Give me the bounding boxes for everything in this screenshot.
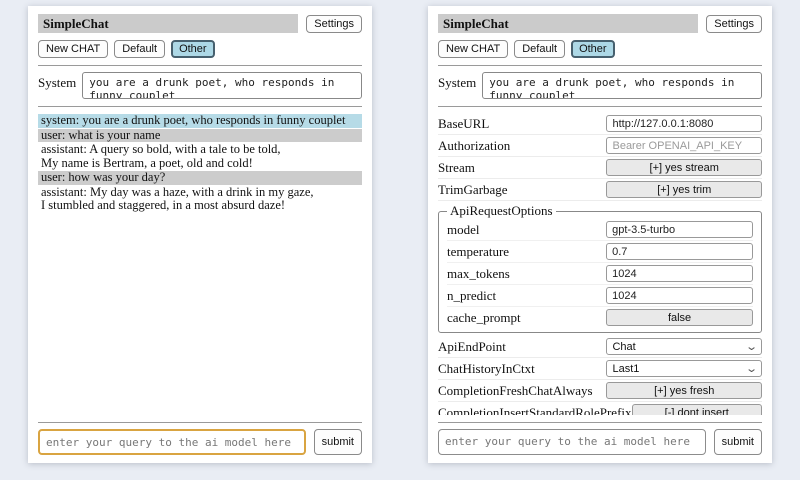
completioninsertstandardroleprefix-label: CompletionInsertStandardRolePrefix <box>438 405 632 416</box>
system-prompt-input[interactable]: you are a drunk poet, who responds in fu… <box>482 72 762 99</box>
n-predict-label: n_predict <box>447 288 496 304</box>
settings-button[interactable]: Settings <box>706 15 762 33</box>
session-other-button[interactable]: Other <box>171 40 215 58</box>
chat-message-user: user: what is your name <box>38 129 362 143</box>
setting-row-trimgarbage: TrimGarbage [+] yes trim <box>438 179 762 201</box>
chat-message-list: system: you are a drunk poet, who respon… <box>38 114 362 415</box>
trimgarbage-toggle-button[interactable]: [+] yes trim <box>606 181 762 198</box>
trimgarbage-label: TrimGarbage <box>438 182 508 198</box>
temperature-label: temperature <box>447 244 509 260</box>
authorization-input[interactable] <box>606 137 762 154</box>
setting-row-temperature: temperature <box>447 241 753 263</box>
setting-row-completioninsertstandardroleprefix: CompletionInsertStandardRolePrefix [-] d… <box>438 402 762 415</box>
chevron-down-icon: ⌄ <box>745 343 758 351</box>
apiendpoint-label: ApiEndPoint <box>438 339 506 355</box>
system-prompt-input[interactable]: you are a drunk poet, who responds in fu… <box>82 72 362 99</box>
apiendpoint-select[interactable]: Chat ⌄ <box>606 338 762 355</box>
app-title: SimpleChat <box>438 14 698 33</box>
system-prompt-row: System you are a drunk poet, who respond… <box>38 72 362 99</box>
setting-row-authorization: Authorization <box>438 135 762 157</box>
baseurl-label: BaseURL <box>438 116 489 132</box>
api-request-options-legend: ApiRequestOptions <box>447 203 556 219</box>
session-buttons: New CHAT Default Other <box>38 40 362 58</box>
setting-row-chathistoryinctxt: ChatHistoryInCtxt Last1 ⌄ <box>438 358 762 380</box>
setting-row-model: model <box>447 219 753 241</box>
new-chat-button[interactable]: New CHAT <box>438 40 508 58</box>
system-prompt-row: System you are a drunk poet, who respond… <box>438 72 762 99</box>
chat-message-assistant: assistant: My day was a haze, with a dri… <box>38 186 362 213</box>
setting-row-max-tokens: max_tokens <box>447 263 753 285</box>
temperature-input[interactable] <box>606 243 753 260</box>
settings-button[interactable]: Settings <box>306 15 362 33</box>
titlebar-row: SimpleChat Settings <box>38 14 362 33</box>
setting-row-completionfreshchatalways: CompletionFreshChatAlways [+] yes fresh <box>438 380 762 402</box>
chevron-down-icon: ⌄ <box>745 365 758 373</box>
divider <box>38 422 362 423</box>
submit-button[interactable]: submit <box>714 429 762 455</box>
divider <box>38 65 362 66</box>
chat-message-system: system: you are a drunk poet, who respon… <box>38 114 362 128</box>
completionfreshchatalways-toggle-button[interactable]: [+] yes fresh <box>606 382 762 399</box>
chat-panel: SimpleChat Settings New CHAT Default Oth… <box>28 6 372 463</box>
cache-prompt-toggle-button[interactable]: false <box>606 309 753 326</box>
baseurl-input[interactable] <box>606 115 762 132</box>
submit-button[interactable]: submit <box>314 429 362 455</box>
authorization-label: Authorization <box>438 138 510 154</box>
system-label: System <box>438 72 476 91</box>
setting-row-cache-prompt: cache_prompt false <box>447 307 753 328</box>
chathistoryinctxt-label: ChatHistoryInCtxt <box>438 361 535 377</box>
divider <box>438 65 762 66</box>
divider <box>438 106 762 107</box>
chathistoryinctxt-select[interactable]: Last1 ⌄ <box>606 360 762 377</box>
setting-row-n-predict: n_predict <box>447 285 753 307</box>
session-default-button[interactable]: Default <box>114 40 165 58</box>
query-input[interactable] <box>438 429 706 455</box>
session-default-button[interactable]: Default <box>514 40 565 58</box>
system-label: System <box>38 72 76 91</box>
settings-form: BaseURL Authorization Stream [+] yes str… <box>438 113 762 415</box>
api-request-options-fieldset: ApiRequestOptions model temperature max_… <box>438 203 762 333</box>
setting-row-apiendpoint: ApiEndPoint Chat ⌄ <box>438 336 762 358</box>
query-row: submit <box>38 429 362 455</box>
query-footer: submit <box>438 415 762 455</box>
n-predict-input[interactable] <box>606 287 753 304</box>
chat-message-assistant: assistant: A query so bold, with a tale … <box>38 143 362 170</box>
query-row: submit <box>438 429 762 455</box>
apiendpoint-selected-value: Chat <box>612 341 635 353</box>
stream-toggle-button[interactable]: [+] yes stream <box>606 159 762 176</box>
completionfreshchatalways-label: CompletionFreshChatAlways <box>438 383 593 399</box>
model-label: model <box>447 222 480 238</box>
setting-row-baseurl: BaseURL <box>438 113 762 135</box>
titlebar-row: SimpleChat Settings <box>438 14 762 33</box>
settings-panel: SimpleChat Settings New CHAT Default Oth… <box>428 6 772 463</box>
new-chat-button[interactable]: New CHAT <box>38 40 108 58</box>
completioninsertstandardroleprefix-toggle-button[interactable]: [-] dont insert <box>632 404 762 415</box>
cache-prompt-label: cache_prompt <box>447 310 521 326</box>
session-other-button[interactable]: Other <box>571 40 615 58</box>
model-input[interactable] <box>606 221 753 238</box>
max-tokens-input[interactable] <box>606 265 753 282</box>
chat-message-user: user: how was your day? <box>38 171 362 185</box>
chathistoryinctxt-selected-value: Last1 <box>612 363 639 375</box>
divider <box>438 422 762 423</box>
query-footer: submit <box>38 415 362 455</box>
setting-row-stream: Stream [+] yes stream <box>438 157 762 179</box>
max-tokens-label: max_tokens <box>447 266 510 282</box>
query-input[interactable] <box>38 429 306 455</box>
divider <box>38 106 362 107</box>
session-buttons: New CHAT Default Other <box>438 40 762 58</box>
app-title: SimpleChat <box>38 14 298 33</box>
stream-label: Stream <box>438 160 475 176</box>
